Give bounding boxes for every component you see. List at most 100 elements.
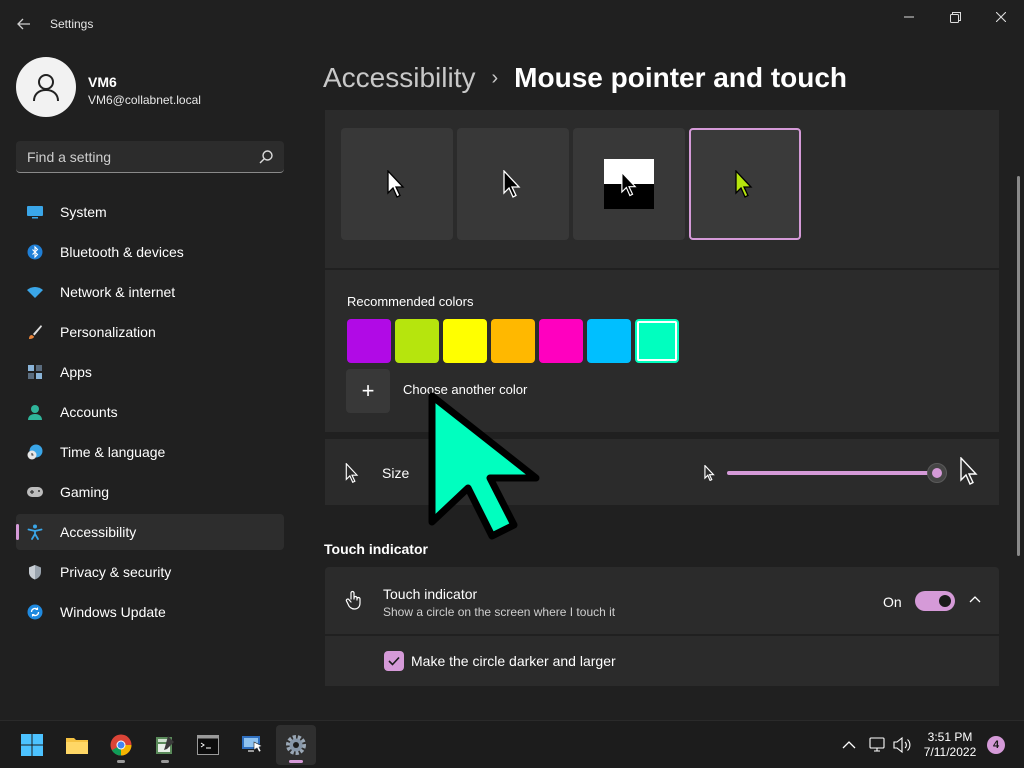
sidebar: VM6 VM6@collabnet.local Find a setting S…	[0, 48, 300, 720]
minimize-button[interactable]	[886, 6, 932, 28]
remote-desktop-button[interactable]	[232, 725, 272, 765]
sidebar-item-network[interactable]: Network & internet	[16, 274, 284, 310]
chrome-button[interactable]	[101, 725, 141, 765]
chevron-up-icon[interactable]	[840, 737, 858, 753]
restore-button[interactable]	[932, 6, 978, 28]
sidebar-item-windows-update[interactable]: Windows Update	[16, 594, 284, 630]
system-clock[interactable]: 3:51 PM 7/11/2022	[922, 730, 978, 760]
sidebar-item-bluetooth[interactable]: Bluetooth & devices	[16, 234, 284, 270]
terminal-icon	[197, 735, 219, 755]
system-icon	[26, 203, 44, 221]
restore-icon	[949, 11, 961, 23]
black-pointer-icon	[503, 170, 521, 198]
touch-section-title: Touch indicator	[324, 541, 428, 557]
close-button[interactable]	[978, 6, 1024, 28]
collapse-button[interactable]	[965, 589, 985, 609]
custom-pointer-icon	[735, 170, 753, 198]
sidebar-item-time-language[interactable]: Time & language	[16, 434, 284, 470]
settings-button[interactable]	[276, 725, 316, 765]
breadcrumb-parent[interactable]: Accessibility	[323, 62, 475, 94]
sidebar-item-label: Privacy & security	[60, 564, 172, 580]
darker-circle-checkbox[interactable]	[384, 651, 404, 671]
running-indicator	[117, 760, 125, 763]
sidebar-item-apps[interactable]: Apps	[16, 354, 284, 390]
touch-icon	[345, 590, 361, 610]
checkmark-icon	[388, 656, 400, 666]
accessibility-icon	[26, 523, 44, 541]
color-swatch-lime[interactable]	[395, 319, 439, 363]
search-icon	[259, 150, 273, 164]
title-bar: Settings	[0, 0, 1024, 48]
add-color-button[interactable]: +	[346, 369, 390, 413]
file-explorer-button[interactable]	[57, 725, 97, 765]
globe-clock-icon	[26, 443, 44, 461]
taskbar: 3:51 PM 7/11/2022 4	[0, 720, 1024, 768]
darker-circle-panel: Make the circle darker and larger	[325, 636, 999, 686]
sidebar-item-privacy[interactable]: Privacy & security	[16, 554, 284, 590]
search-input[interactable]: Find a setting	[16, 141, 284, 173]
profile-email: VM6@collabnet.local	[88, 93, 201, 107]
white-pointer-icon	[387, 170, 405, 198]
sidebar-item-label: Accounts	[60, 404, 118, 420]
notification-badge[interactable]: 4	[987, 736, 1005, 754]
sidebar-item-personalization[interactable]: Personalization	[16, 314, 284, 350]
darker-circle-label[interactable]: Make the circle darker and larger	[411, 653, 616, 669]
avatar[interactable]	[16, 57, 76, 117]
sidebar-item-label: Accessibility	[60, 524, 137, 540]
chevron-up-icon	[969, 596, 981, 603]
app-title: Settings	[50, 17, 94, 31]
color-swatch-pink[interactable]	[539, 319, 583, 363]
color-swatch-purple[interactable]	[347, 319, 391, 363]
touch-indicator-description: Show a circle on the screen where I touc…	[383, 605, 616, 619]
apps-icon	[26, 363, 44, 381]
pointer-style-black[interactable]	[457, 128, 569, 240]
back-icon	[17, 18, 30, 30]
main-content: Accessibility › Mouse pointer and touch …	[300, 48, 1024, 720]
toggle-state-label: On	[883, 594, 902, 610]
sidebar-item-accessibility[interactable]: Accessibility	[16, 514, 284, 550]
notepad-button[interactable]	[145, 725, 185, 765]
sidebar-item-label: Bluetooth & devices	[60, 244, 184, 260]
color-swatch-blue[interactable]	[587, 319, 631, 363]
brush-icon	[26, 323, 44, 341]
breadcrumb-separator: ›	[491, 66, 499, 89]
recommended-colors-label: Recommended colors	[347, 294, 474, 309]
touch-indicator-toggle[interactable]	[915, 591, 955, 611]
clock-time: 3:51 PM	[927, 730, 973, 744]
small-pointer-icon	[704, 465, 715, 481]
scrollbar[interactable]	[1017, 176, 1020, 556]
color-swatch-yellow[interactable]	[443, 319, 487, 363]
person-icon	[26, 403, 44, 421]
file-explorer-icon	[66, 738, 88, 754]
network-icon[interactable]	[868, 736, 886, 754]
start-button[interactable]	[12, 725, 52, 765]
pointer-style-white[interactable]	[341, 128, 453, 240]
running-indicator	[161, 760, 169, 763]
sidebar-item-gaming[interactable]: Gaming	[16, 474, 284, 510]
sidebar-item-accounts[interactable]: Accounts	[16, 394, 284, 430]
mouse-pointer-icon	[428, 392, 540, 540]
volume-icon[interactable]	[892, 736, 912, 754]
sidebar-item-system[interactable]: System	[16, 194, 284, 230]
color-swatch-mint[interactable]	[635, 319, 679, 363]
notepad-icon	[156, 736, 174, 754]
inverted-pointer-icon	[621, 171, 637, 197]
touch-indicator-panel[interactable]: Touch indicator Show a circle on the scr…	[325, 567, 999, 634]
sidebar-item-label: Apps	[60, 364, 92, 380]
sidebar-nav: System Bluetooth & devices Network & int…	[16, 194, 284, 634]
pointer-style-custom[interactable]	[689, 128, 801, 240]
size-slider-thumb[interactable]	[927, 463, 947, 483]
pointer-style-panel	[325, 110, 999, 268]
page-title: Mouse pointer and touch	[514, 62, 848, 93]
person-avatar-icon	[33, 74, 59, 102]
sidebar-item-label: Network & internet	[60, 284, 176, 300]
color-swatch-orange[interactable]	[491, 319, 535, 363]
terminal-button[interactable]	[188, 725, 228, 765]
pointer-style-inverted[interactable]	[573, 128, 685, 240]
back-button[interactable]	[10, 12, 38, 36]
remote-desktop-icon	[242, 736, 263, 753]
size-slider-track[interactable]	[727, 471, 937, 475]
wifi-icon	[26, 283, 44, 301]
profile[interactable]: VM6 VM6@collabnet.local	[16, 57, 286, 117]
sidebar-item-label: Time & language	[60, 444, 166, 460]
